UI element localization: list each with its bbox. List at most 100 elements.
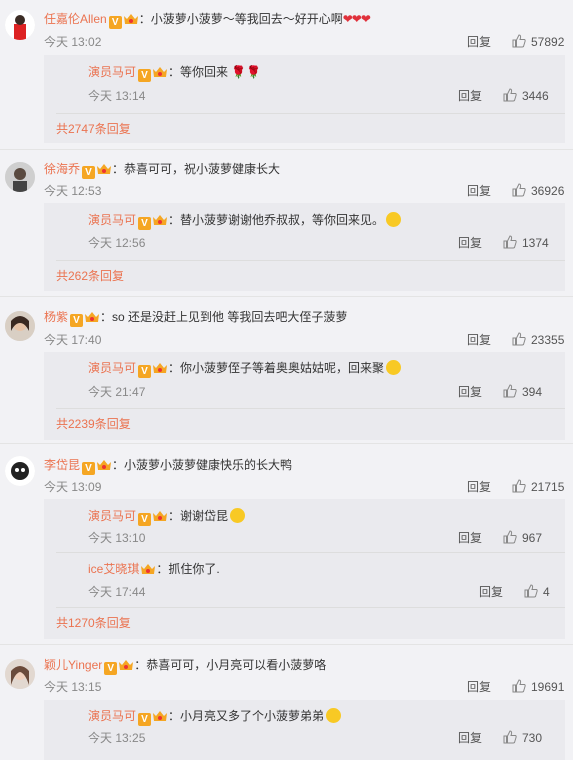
crown-icon: [85, 312, 100, 322]
like-count: 730: [522, 731, 543, 745]
view-more-replies-link[interactable]: 共262条回复: [56, 269, 124, 283]
like-button[interactable]: 730: [503, 730, 542, 745]
username-link[interactable]: 李岱昆: [44, 458, 80, 472]
like-count: 57892: [531, 35, 565, 49]
reply-line: 演员马可 V ：谢谢岱昆: [88, 508, 246, 526]
reply-box: 演员马可 V ：你小菠萝侄子等着奥奥姑姑呢，回来聚 今天 21:47 回复 394 …: [44, 352, 565, 440]
like-button[interactable]: 3446: [503, 88, 549, 103]
thumbs-up-icon: [524, 584, 538, 598]
verified-badge-icon: V: [82, 462, 96, 475]
crown-icon: [153, 67, 168, 77]
reply-button[interactable]: 回复: [467, 333, 491, 347]
verified-badge-icon: V: [138, 513, 152, 526]
reply-button[interactable]: 回复: [458, 385, 482, 399]
username-link[interactable]: 演员马可: [88, 709, 136, 723]
reply-button[interactable]: 回复: [467, 184, 491, 198]
like-count: 967: [522, 531, 543, 545]
username-link[interactable]: 演员马可: [88, 509, 136, 523]
like-count: 23355: [531, 333, 565, 347]
thumbs-up-icon: [512, 183, 526, 197]
comment-text: 小菠萝小菠萝～等我回去～好开心啊: [150, 12, 343, 26]
reply-text: 你小菠萝侄子等着奥奥姑姑呢，回来聚: [180, 361, 385, 375]
reply-box: 演员马可 V ：替小菠萝谢谢他乔叔叔，等你回来见。 今天 12:56 回复 1374…: [44, 203, 565, 291]
view-more-replies-link[interactable]: 共1270条回复: [56, 616, 131, 630]
thumbs-up-icon: [503, 530, 517, 544]
avatar[interactable]: [5, 162, 35, 192]
comment-item: 颖儿Yinger V ：恭喜可可，小月亮可以看小菠萝咯 今天 13:15 回复 19…: [0, 645, 573, 760]
comment-line: 杨紫 V ：so 还是没赶上见到他 等我回去吧大侄子菠萝: [44, 310, 348, 327]
like-button[interactable]: 4: [524, 584, 550, 599]
like-button[interactable]: 19691: [512, 679, 564, 694]
comment-line: 颖儿Yinger V ：恭喜可可，小月亮可以看小菠萝咯: [44, 658, 327, 675]
verified-badge-icon: V: [138, 713, 152, 726]
like-button[interactable]: 394: [503, 384, 542, 399]
like-button[interactable]: 23355: [512, 332, 564, 347]
view-more-replies-link[interactable]: 共2239条回复: [56, 417, 131, 431]
comment-item: 徐海乔 V ：恭喜可可，祝小菠萝健康长大 今天 12:53 回复 36926 演员马…: [0, 150, 573, 297]
reply-text: 替小菠萝谢谢他乔叔叔，等你回来见。: [180, 213, 385, 227]
username-link[interactable]: 演员马可: [88, 213, 136, 227]
like-count: 1374: [522, 236, 549, 250]
like-button[interactable]: 1374: [503, 235, 549, 250]
reply-line: 演员马可 V ：替小菠萝谢谢他乔叔叔，等你回来见。: [88, 212, 402, 230]
like-button[interactable]: 36926: [512, 183, 564, 198]
username-link[interactable]: 演员马可: [88, 65, 136, 79]
reply-text: 小月亮又多了个小菠萝弟弟: [180, 709, 325, 723]
divider: [56, 552, 565, 553]
verified-badge-icon: V: [70, 314, 84, 327]
verified-badge-icon: V: [138, 365, 152, 378]
comment-time: 今天 12:53: [44, 184, 102, 198]
verified-badge-icon: V: [138, 217, 152, 230]
reply-line: 演员马可 V ：等你回来 🌹🌹: [88, 65, 262, 82]
thumbs-up-icon: [503, 384, 517, 398]
reply-time: 今天 12:56: [88, 236, 146, 250]
crown-icon: [153, 711, 168, 721]
crown-icon: [97, 460, 112, 470]
smile-emoji-icon: [386, 212, 402, 227]
reply-button[interactable]: 回复: [458, 531, 482, 545]
comment-line: 徐海乔 V ：恭喜可可，祝小菠萝健康长大: [44, 162, 281, 179]
crown-icon: [141, 564, 156, 574]
comment-item: 杨紫 V ：so 还是没赶上见到他 等我回去吧大侄子菠萝 今天 17:40 回复 2…: [0, 297, 573, 444]
reply-button[interactable]: 回复: [479, 585, 503, 599]
reply-time: 今天 13:25: [88, 731, 146, 745]
comment-text: 恭喜可可，小月亮可以看小菠萝咯: [146, 658, 327, 672]
comment-text: 小菠萝小菠萝健康快乐的长大鸭: [124, 458, 293, 472]
reply-button[interactable]: 回复: [467, 35, 491, 49]
reply-button[interactable]: 回复: [467, 480, 491, 494]
like-count: 3446: [522, 89, 549, 103]
username-link[interactable]: 徐海乔: [44, 162, 80, 176]
divider: [56, 113, 565, 114]
avatar[interactable]: [5, 10, 35, 40]
like-button[interactable]: 57892: [512, 34, 564, 49]
divider: [56, 607, 565, 608]
username-link[interactable]: 任嘉伦Allen: [44, 12, 107, 26]
like-button[interactable]: 967: [503, 530, 542, 545]
avatar[interactable]: [5, 659, 35, 689]
crown-icon: [153, 511, 168, 521]
reply-button[interactable]: 回复: [458, 236, 482, 250]
comment-text: 恭喜可可，祝小菠萝健康长大: [124, 162, 281, 176]
avatar[interactable]: [5, 311, 35, 341]
comment-line: 任嘉伦Allen V ：小菠萝小菠萝～等我回去～好开心啊❤❤❤: [44, 12, 371, 29]
username-link[interactable]: 演员马可: [88, 361, 136, 375]
view-more-replies-link[interactable]: 共2747条回复: [56, 122, 131, 136]
username-link[interactable]: 杨紫: [44, 310, 68, 324]
reply-line: ice艾晓琪 ：抓住你了.: [88, 562, 220, 576]
reply-time: 今天 21:47: [88, 385, 146, 399]
smile-emoji-icon: [230, 508, 246, 523]
verified-badge-icon: V: [138, 69, 152, 82]
reply-box: 演员马可 V ：谢谢岱昆 今天 13:10 回复 967 ice艾晓琪 ：抓住你了. …: [44, 499, 565, 639]
like-button[interactable]: 21715: [512, 479, 564, 494]
verified-badge-icon: V: [104, 662, 118, 675]
like-count: 4: [543, 585, 550, 599]
username-link[interactable]: ice艾晓琪: [88, 562, 139, 576]
reply-box: 演员马可 V ：等你回来 🌹🌹 今天 13:14 回复 3446 共2747条回复: [44, 55, 565, 143]
username-link[interactable]: 颖儿Yinger: [44, 658, 102, 672]
avatar[interactable]: [5, 456, 35, 486]
like-count: 394: [522, 385, 543, 399]
crown-icon: [119, 660, 134, 670]
reply-button[interactable]: 回复: [458, 89, 482, 103]
reply-button[interactable]: 回复: [467, 680, 491, 694]
reply-button[interactable]: 回复: [458, 731, 482, 745]
